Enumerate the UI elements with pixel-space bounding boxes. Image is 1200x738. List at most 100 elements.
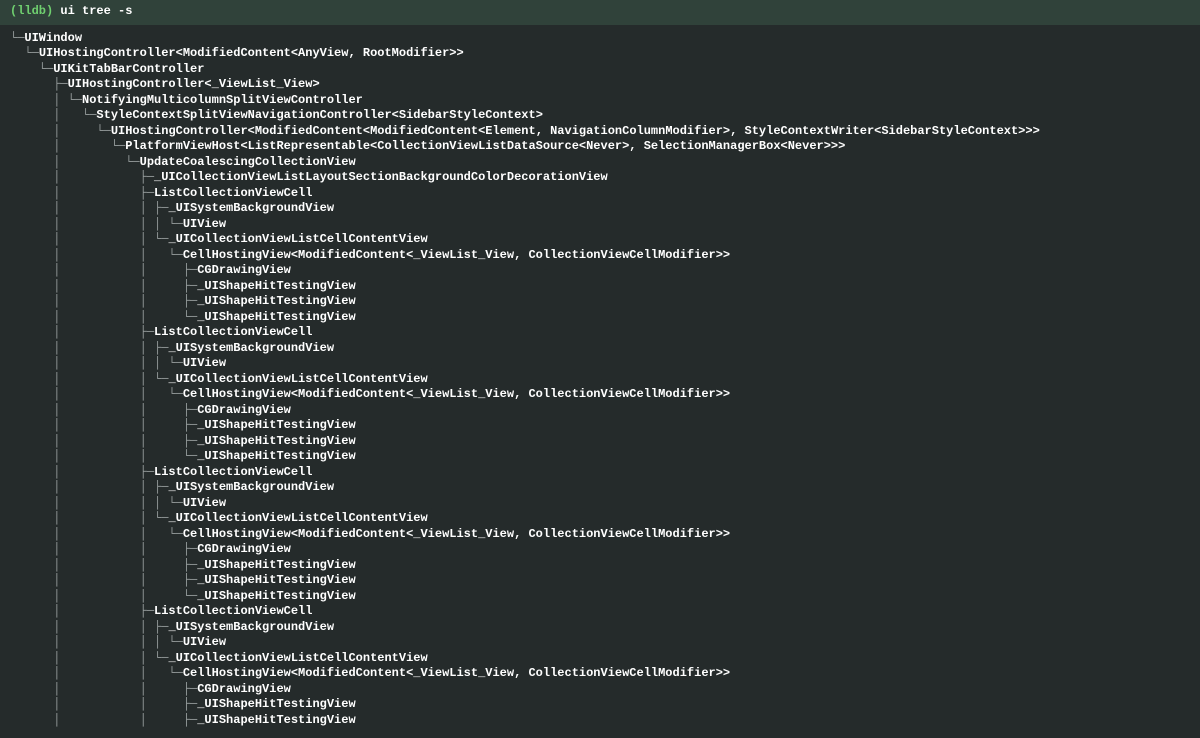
tree-connector: │ │ ├─: [10, 279, 197, 293]
tree-node-label: _UIShapeHitTestingView: [197, 434, 355, 448]
tree-node-label: UpdateCoalescingCollectionView: [140, 155, 356, 169]
tree-connector: │ │ ├─: [10, 573, 197, 587]
tree-node-label: UIView: [183, 217, 226, 231]
tree-line: │ │ ├─_UISystemBackgroundView: [10, 620, 1190, 636]
tree-node-label: _UIShapeHitTestingView: [197, 310, 355, 324]
tree-node-label: UIKitTabBarController: [53, 62, 204, 76]
tree-connector: └─: [10, 31, 24, 45]
tree-line: │ └─PlatformViewHost<ListRepresentable<C…: [10, 139, 1190, 155]
tree-node-label: _UICollectionViewListCellContentView: [168, 511, 427, 525]
tree-connector: │ │ ├─: [10, 697, 197, 711]
tree-node-label: CGDrawingView: [197, 263, 291, 277]
tree-line: │ │ ├─_UISystemBackgroundView: [10, 341, 1190, 357]
tree-node-label: _UISystemBackgroundView: [168, 620, 334, 634]
tree-line: │ ├─_UICollectionViewListLayoutSectionBa…: [10, 170, 1190, 186]
tree-line: │ │ ├─_UIShapeHitTestingView: [10, 418, 1190, 434]
tree-node-label: UIView: [183, 496, 226, 510]
tree-line: │ │ ├─_UIShapeHitTestingView: [10, 294, 1190, 310]
tree-connector: │ │ └─: [10, 232, 168, 246]
tree-connector: │ │ └─: [10, 387, 183, 401]
tree-connector: │ └─: [10, 108, 96, 122]
tree-line: │ │ └─_UIShapeHitTestingView: [10, 589, 1190, 605]
tree-node-label: PlatformViewHost<ListRepresentable<Colle…: [125, 139, 845, 153]
tree-connector: │ │ ├─: [10, 403, 197, 417]
tree-line: └─UIWindow: [10, 31, 1190, 47]
tree-node-label: _UIShapeHitTestingView: [197, 697, 355, 711]
tree-line: │ │ ├─CGDrawingView: [10, 263, 1190, 279]
tree-line: │ │ └─_UICollectionViewListCellContentVi…: [10, 232, 1190, 248]
tree-connector: ├─: [10, 77, 68, 91]
lldb-command-text: ui tree -s: [60, 4, 132, 18]
tree-line: │ │ │ └─UIView: [10, 496, 1190, 512]
tree-connector: │ └─: [10, 93, 82, 107]
tree-node-label: UIWindow: [24, 31, 82, 45]
tree-connector: │ ├─: [10, 170, 154, 184]
tree-line: │ │ ├─_UISystemBackgroundView: [10, 480, 1190, 496]
tree-connector: │ ├─: [10, 465, 154, 479]
tree-connector: │ │ ├─: [10, 682, 197, 696]
tree-line: │ │ └─_UICollectionViewListCellContentVi…: [10, 372, 1190, 388]
tree-line: └─UIHostingController<ModifiedContent<An…: [10, 46, 1190, 62]
tree-connector: │ │ ├─: [10, 480, 168, 494]
tree-connector: │ └─: [10, 124, 111, 138]
tree-connector: │ │ └─: [10, 449, 197, 463]
tree-line: │ │ └─_UICollectionViewListCellContentVi…: [10, 511, 1190, 527]
tree-connector: │ │ ├─: [10, 263, 197, 277]
tree-connector: │ │ ├─: [10, 201, 168, 215]
tree-line: │ │ ├─_UIShapeHitTestingView: [10, 279, 1190, 295]
view-hierarchy-output: └─UIWindow └─UIHostingController<Modifie…: [0, 25, 1200, 738]
tree-node-label: _UICollectionViewListCellContentView: [168, 651, 427, 665]
tree-line: │ │ └─_UICollectionViewListCellContentVi…: [10, 651, 1190, 667]
tree-node-label: ListCollectionViewCell: [154, 186, 312, 200]
tree-connector: │ │ └─: [10, 511, 168, 525]
tree-connector: │ │ └─: [10, 248, 183, 262]
tree-node-label: _UIShapeHitTestingView: [197, 279, 355, 293]
tree-node-label: CGDrawingView: [197, 403, 291, 417]
tree-node-label: CGDrawingView: [197, 542, 291, 556]
tree-line: │ │ └─CellHostingView<ModifiedContent<_V…: [10, 527, 1190, 543]
tree-connector: │ │ ├─: [10, 542, 197, 556]
tree-connector: │ │ │ └─: [10, 217, 183, 231]
tree-connector: │ └─: [10, 139, 125, 153]
tree-connector: │ │ ├─: [10, 620, 168, 634]
tree-node-label: ListCollectionViewCell: [154, 325, 312, 339]
tree-connector: │ │ │ └─: [10, 635, 183, 649]
tree-line: └─UIKitTabBarController: [10, 62, 1190, 78]
tree-line: │ │ ├─CGDrawingView: [10, 682, 1190, 698]
tree-connector: │ │ └─: [10, 666, 183, 680]
tree-node-label: _UIShapeHitTestingView: [197, 418, 355, 432]
tree-line: │ │ ├─CGDrawingView: [10, 403, 1190, 419]
tree-connector: └─: [10, 46, 39, 60]
tree-node-label: _UISystemBackgroundView: [168, 341, 334, 355]
tree-line: │ │ └─CellHostingView<ModifiedContent<_V…: [10, 248, 1190, 264]
tree-line: │ │ ├─_UIShapeHitTestingView: [10, 713, 1190, 729]
tree-connector: │ └─: [10, 155, 140, 169]
tree-connector: │ │ ├─: [10, 558, 197, 572]
tree-node-label: UIHostingController<_ViewList_View>: [68, 77, 320, 91]
tree-node-label: _UIShapeHitTestingView: [197, 294, 355, 308]
tree-line: │ ├─ListCollectionViewCell: [10, 604, 1190, 620]
tree-connector: │ ├─: [10, 604, 154, 618]
tree-node-label: _UISystemBackgroundView: [168, 480, 334, 494]
tree-line: │ ├─ListCollectionViewCell: [10, 186, 1190, 202]
tree-line: │ └─StyleContextSplitViewNavigationContr…: [10, 108, 1190, 124]
tree-node-label: ListCollectionViewCell: [154, 604, 312, 618]
tree-node-label: StyleContextSplitViewNavigationControlle…: [96, 108, 542, 122]
tree-connector: │ │ └─: [10, 372, 168, 386]
tree-line: │ │ ├─_UISystemBackgroundView: [10, 201, 1190, 217]
tree-line: │ │ │ └─UIView: [10, 635, 1190, 651]
tree-line: │ │ └─_UIShapeHitTestingView: [10, 449, 1190, 465]
tree-node-label: _UISystemBackgroundView: [168, 201, 334, 215]
lldb-prompt-bar[interactable]: (lldb) ui tree -s: [0, 0, 1200, 25]
tree-node-label: _UIShapeHitTestingView: [197, 713, 355, 727]
tree-node-label: UIView: [183, 635, 226, 649]
tree-line: │ │ ├─_UIShapeHitTestingView: [10, 697, 1190, 713]
tree-line: │ └─UpdateCoalescingCollectionView: [10, 155, 1190, 171]
tree-line: │ │ ├─_UIShapeHitTestingView: [10, 434, 1190, 450]
tree-node-label: CellHostingView<ModifiedContent<_ViewLis…: [183, 666, 730, 680]
tree-node-label: CellHostingView<ModifiedContent<_ViewLis…: [183, 527, 730, 541]
tree-node-label: _UICollectionViewListCellContentView: [168, 232, 427, 246]
tree-connector: │ │ ├─: [10, 341, 168, 355]
tree-connector: │ │ └─: [10, 527, 183, 541]
tree-node-label: ListCollectionViewCell: [154, 465, 312, 479]
